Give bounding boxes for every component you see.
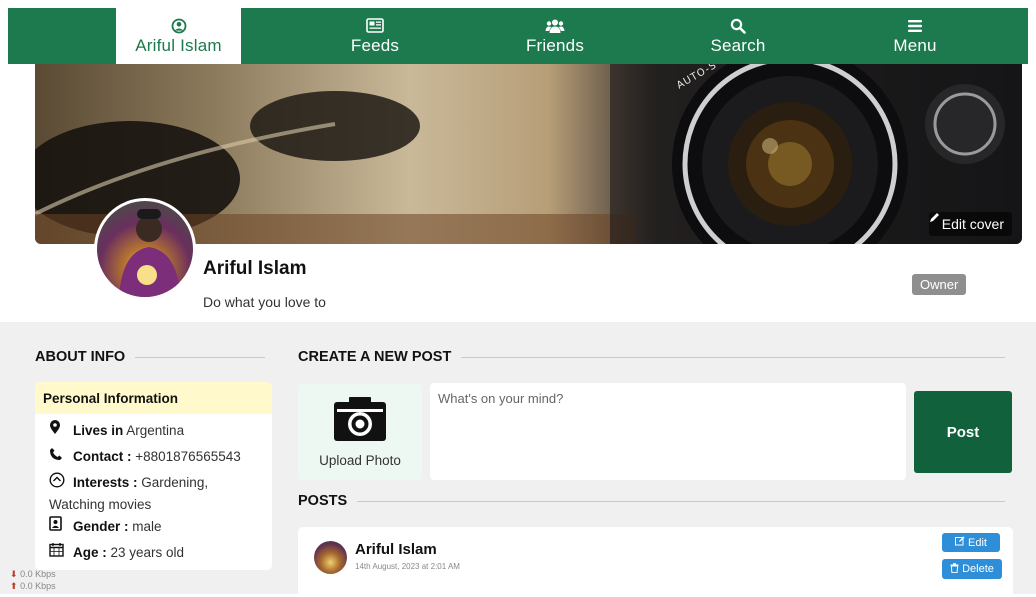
profile-name: Ariful Islam xyxy=(203,258,307,279)
hamburger-icon xyxy=(907,17,923,35)
post-card: Ariful Islam 14th August, 2023 at 2:01 A… xyxy=(298,527,1013,597)
info-label-location: Lives in xyxy=(73,423,124,438)
info-value-age: 23 years old xyxy=(106,545,185,560)
edit-cover-button[interactable]: Edit cover xyxy=(928,212,1012,236)
about-card: Personal Information Lives in Argentina … xyxy=(35,382,272,570)
info-value-location: Argentina xyxy=(123,423,185,438)
edit-icon xyxy=(955,536,965,549)
post-author-avatar[interactable] xyxy=(314,541,347,574)
trash-icon xyxy=(950,562,959,576)
network-speed-overlay: ⬇ 0.0 Kbps ⬆ 0.0 Kbps xyxy=(10,568,56,592)
about-heading: ABOUT INFO xyxy=(35,349,265,365)
info-row-contact: Contact : +8801876565543 xyxy=(49,446,241,468)
phone-icon xyxy=(49,446,67,468)
nav-item-friends[interactable]: Friends xyxy=(500,8,610,64)
info-row-gender: Gender : male xyxy=(49,516,162,538)
posts-heading-rule xyxy=(357,500,1005,502)
info-row-location: Lives in Argentina xyxy=(49,420,184,442)
top-navbar: Ariful Islam Feeds Friends Search Menu xyxy=(8,8,1028,64)
nav-item-profile[interactable]: Ariful Islam xyxy=(116,8,241,64)
interests-icon xyxy=(49,472,67,495)
upload-photo-label: Upload Photo xyxy=(319,453,401,468)
download-speed-value: 0.0 Kbps xyxy=(20,569,56,579)
info-row-interests: Interests : Gardening, xyxy=(49,472,208,495)
edit-post-label: Edit xyxy=(968,536,987,549)
owner-badge: Owner xyxy=(912,274,967,295)
post-text-input[interactable] xyxy=(430,383,906,480)
upload-speed: ⬆ 0.0 Kbps xyxy=(10,581,56,591)
content-area: ABOUT INFO Personal Information Lives in… xyxy=(0,322,1036,597)
info-label-gender: Gender : xyxy=(73,519,129,534)
nav-label-search: Search xyxy=(710,35,766,55)
profile-avatar[interactable] xyxy=(94,198,196,300)
calendar-icon xyxy=(49,542,67,564)
upload-photo-button[interactable]: Upload Photo xyxy=(298,384,422,480)
create-post-heading: CREATE A NEW POST xyxy=(298,349,1005,365)
profile-bio: Do what you love to xyxy=(203,294,326,310)
create-post-heading-text: CREATE A NEW POST xyxy=(298,349,452,365)
camera-icon xyxy=(333,396,387,447)
info-value-interests-2: Watching movies xyxy=(49,497,152,512)
id-badge-icon xyxy=(49,516,67,538)
about-heading-text: ABOUT INFO xyxy=(35,349,126,365)
info-value-gender: male xyxy=(128,519,162,534)
post-timestamp: 14th August, 2023 at 2:01 AM xyxy=(355,562,460,571)
nav-label-profile: Ariful Islam xyxy=(135,35,222,55)
nav-label-menu: Menu xyxy=(893,35,937,55)
post-author-name[interactable]: Ariful Islam xyxy=(355,541,437,558)
edit-post-button[interactable]: Edit xyxy=(942,533,1000,552)
map-pin-icon xyxy=(49,420,67,442)
info-row-age: Age : 23 years old xyxy=(49,542,184,564)
about-card-title: Personal Information xyxy=(35,382,272,414)
create-post-heading-rule xyxy=(461,356,1005,358)
info-label-contact: Contact : xyxy=(73,449,132,464)
nav-label-friends: Friends xyxy=(525,35,585,55)
nav-label-feeds: Feeds xyxy=(350,35,400,55)
delete-post-label: Delete xyxy=(962,563,994,575)
posts-heading: POSTS xyxy=(298,493,1005,509)
info-label-interests: Interests : xyxy=(73,475,138,491)
info-value-interests: Gardening, xyxy=(137,475,209,491)
newspaper-icon xyxy=(366,17,384,35)
search-icon xyxy=(730,17,746,35)
users-icon xyxy=(545,17,565,35)
posts-heading-text: POSTS xyxy=(298,493,348,509)
info-label-age: Age : xyxy=(73,545,107,560)
post-button[interactable]: Post xyxy=(914,391,1012,473)
upload-speed-value: 0.0 Kbps xyxy=(20,581,56,591)
nav-item-feeds[interactable]: Feeds xyxy=(320,8,430,64)
info-row-interests-line2: Watching movies xyxy=(49,494,151,516)
download-speed: ⬇ 0.0 Kbps xyxy=(10,569,56,579)
nav-item-menu[interactable]: Menu xyxy=(860,8,970,64)
about-heading-rule xyxy=(135,356,265,358)
delete-post-button[interactable]: Delete xyxy=(942,559,1002,579)
user-circle-icon xyxy=(171,17,187,35)
edit-cover-label: Edit cover xyxy=(941,216,1004,232)
info-value-contact: +8801876565543 xyxy=(131,449,241,464)
nav-item-search[interactable]: Search xyxy=(683,8,793,64)
